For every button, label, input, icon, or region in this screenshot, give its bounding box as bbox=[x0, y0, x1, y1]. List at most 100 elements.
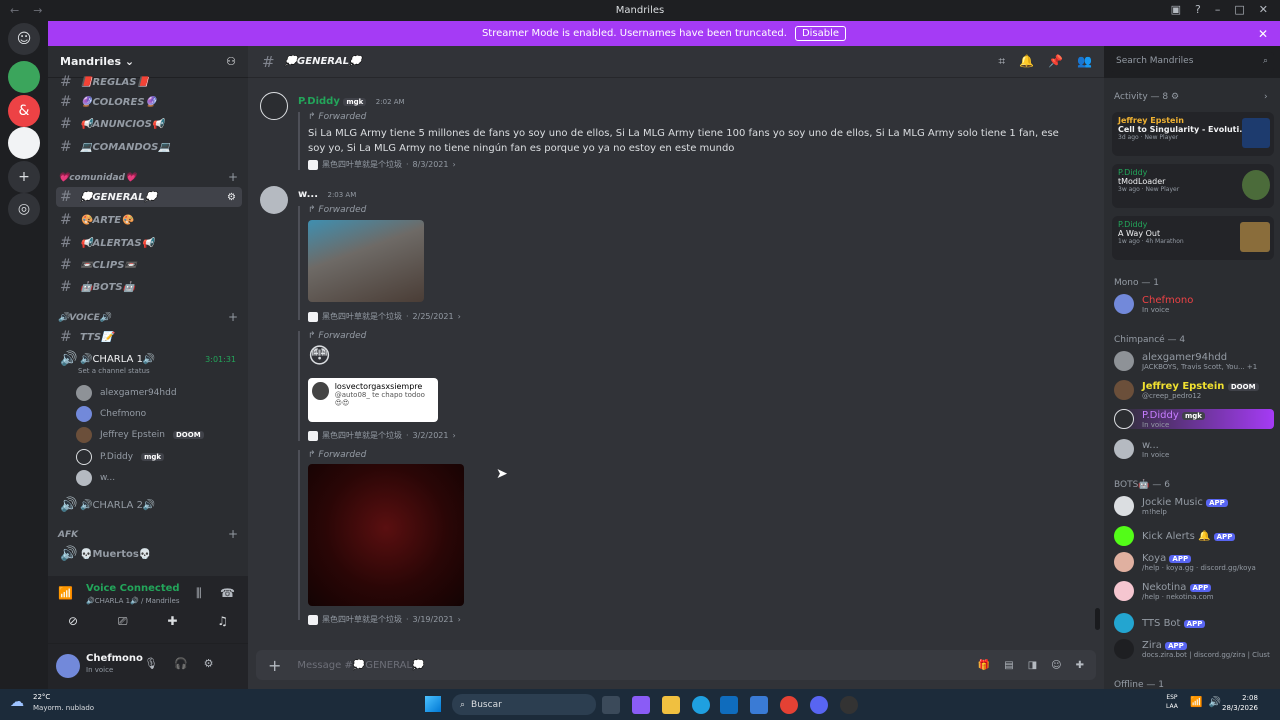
activity-header[interactable]: Activity — 8 ⚙ › bbox=[1114, 92, 1268, 102]
sticker-icon[interactable]: ◨ bbox=[1028, 660, 1037, 671]
channel-arte[interactable]: # 🎨ARTE🎨 bbox=[56, 210, 242, 230]
close-icon[interactable]: ✕ bbox=[1258, 27, 1268, 41]
wifi-icon[interactable]: 📶 bbox=[1190, 697, 1202, 708]
forward-source[interactable]: 黑色四叶草就是个垃圾 · 3/19/2021 › bbox=[308, 614, 461, 625]
voice-channel-muertos[interactable]: 🔊 💀Muertos💀 bbox=[56, 544, 242, 564]
embed-card[interactable]: losvectorgasxsiempre @auto08_ te chapo t… bbox=[308, 378, 438, 422]
add-channel-icon[interactable]: + bbox=[228, 310, 238, 324]
direct-messages-icon[interactable]: ☺ bbox=[8, 23, 40, 55]
members-icon[interactable]: 👥 bbox=[1077, 54, 1092, 69]
member-item[interactable]: w... In voice bbox=[1114, 439, 1274, 459]
add-channel-icon[interactable]: + bbox=[228, 527, 238, 541]
voice-location[interactable]: 🔊CHARLA 1🔊 / Mandriles bbox=[86, 597, 180, 605]
maximize-icon[interactable]: □ bbox=[1234, 3, 1244, 16]
category-comunidad[interactable]: 💗comunidad💗 bbox=[58, 173, 136, 183]
headphones-icon[interactable]: 🎧 bbox=[174, 657, 188, 670]
channel-clips[interactable]: # 📼CLIPS📼 bbox=[56, 255, 242, 275]
channel-alertas[interactable]: # 📢ALERTAS📢 bbox=[56, 233, 242, 253]
add-member-icon[interactable]: ⚇ bbox=[226, 55, 236, 68]
voice-member[interactable]: P.Diddy mgk bbox=[76, 449, 165, 465]
channel-general[interactable]: # 💭GENERAL💭 ⚙ bbox=[56, 187, 242, 207]
app-icon[interactable] bbox=[750, 696, 768, 714]
discover-icon[interactable]: ◎ bbox=[8, 193, 40, 225]
server-icon[interactable] bbox=[8, 127, 40, 159]
weather-icon[interactable]: ☁ bbox=[10, 694, 24, 710]
screen-share-icon[interactable]: ⎚ bbox=[118, 614, 128, 629]
activity-card[interactable]: P.Diddy tModLoader 3w ago · New Player bbox=[1112, 164, 1274, 208]
server-mandriles-icon[interactable] bbox=[8, 61, 40, 93]
forwarded-image[interactable] bbox=[308, 464, 464, 606]
file-explorer-icon[interactable] bbox=[662, 696, 680, 714]
add-channel-icon[interactable]: + bbox=[228, 170, 238, 184]
clock[interactable]: 2:08 28/3/2026 bbox=[1222, 693, 1258, 713]
member-item[interactable]: Kick Alerts 🔔 APP bbox=[1114, 526, 1274, 546]
help-icon[interactable]: ? bbox=[1195, 3, 1201, 16]
scrollbar[interactable] bbox=[1095, 608, 1100, 630]
channel-reglas[interactable]: # 📕REGLAS📕 bbox=[56, 72, 242, 92]
disconnect-icon[interactable]: ☎ bbox=[220, 586, 235, 600]
disable-button[interactable]: Disable bbox=[794, 26, 847, 41]
soundboard-icon[interactable]: ♫ bbox=[217, 614, 228, 629]
member-item[interactable]: Koya APP/help · koya.gg · discord.gg/koy… bbox=[1114, 552, 1274, 572]
avatar[interactable] bbox=[56, 654, 80, 678]
bell-icon[interactable]: 🔔 bbox=[1019, 54, 1034, 69]
server-dnd-icon[interactable]: & bbox=[8, 95, 40, 127]
voice-channel-charla2[interactable]: 🔊 🔊CHARLA 2🔊 bbox=[56, 495, 242, 515]
message-author[interactable]: P.Diddy mgk 2:02 AM bbox=[298, 96, 405, 107]
edge-icon[interactable] bbox=[692, 696, 710, 714]
message-input[interactable]: + Message #💭GENERAL💭 🎁 ▤ ◨ ☺ ✚ bbox=[256, 650, 1096, 680]
activity-icon[interactable]: ✚ bbox=[167, 614, 177, 629]
message-author[interactable]: w... 2:03 AM bbox=[298, 189, 356, 200]
add-server-icon[interactable]: + bbox=[8, 161, 40, 193]
weather-temp[interactable]: 22°C bbox=[33, 693, 50, 701]
forward-source[interactable]: 黑色四叶草就是个垃圾 · 3/2/2021 › bbox=[308, 430, 456, 441]
member-item[interactable]: Jeffrey Epstein DOOM @creep_pedro12 bbox=[1114, 380, 1274, 400]
noise-suppression-icon[interactable]: ⫼ bbox=[196, 586, 202, 601]
chevron-right-icon[interactable]: › bbox=[1264, 92, 1268, 102]
voice-member[interactable]: Chefmono bbox=[76, 406, 146, 422]
gift-icon[interactable]: 🎁 bbox=[978, 660, 990, 671]
weather-text[interactable]: Mayorm. nublado bbox=[33, 704, 94, 712]
member-item[interactable]: Chefmono In voice bbox=[1114, 294, 1274, 314]
chrome-icon[interactable] bbox=[780, 696, 798, 714]
volume-icon[interactable]: 🔊 bbox=[1208, 697, 1220, 708]
member-item[interactable]: alexgamer94hdd JACKBOYS, Travis Scott, Yo… bbox=[1114, 351, 1274, 371]
task-view-icon[interactable] bbox=[602, 696, 620, 714]
settings-icon[interactable]: ⚙ bbox=[227, 192, 236, 203]
search-input[interactable]: Search Mandriles ⌕ bbox=[1110, 52, 1274, 72]
voice-connected-label[interactable]: Voice Connected bbox=[86, 583, 180, 594]
discord-icon[interactable] bbox=[810, 696, 828, 714]
category-voice[interactable]: 🔊VOICE🔊 bbox=[58, 313, 111, 323]
member-item[interactable]: TTS Bot APP bbox=[1114, 613, 1274, 633]
app-icon[interactable] bbox=[840, 696, 858, 714]
gif-icon[interactable]: ▤ bbox=[1004, 660, 1013, 671]
forwarded-image[interactable] bbox=[308, 220, 424, 302]
channel-tts[interactable]: # TTS📝 bbox=[56, 327, 242, 347]
member-item[interactable]: P.Diddy mgk In voice bbox=[1114, 409, 1274, 429]
voice-member[interactable]: Jeffrey Epstein DOOM bbox=[76, 427, 204, 443]
forward-source[interactable]: 黑色四叶草就是个垃圾 · 8/3/2021 › bbox=[308, 159, 456, 170]
activity-card[interactable]: P.Diddy A Way Out 1w ago · 4h Marathon bbox=[1112, 216, 1274, 260]
voice-member[interactable]: alexgamer94hdd bbox=[76, 385, 177, 401]
threads-icon[interactable]: ⌗ bbox=[998, 54, 1005, 69]
forward-source[interactable]: 黑色四叶草就是个垃圾 · 2/25/2021 › bbox=[308, 311, 461, 322]
add-attachment-icon[interactable]: + bbox=[268, 656, 281, 675]
camera-off-icon[interactable]: ⊘ bbox=[68, 614, 78, 629]
windows-start-icon[interactable] bbox=[425, 696, 441, 712]
category-afk[interactable]: AFK bbox=[58, 530, 78, 540]
member-item[interactable]: Nekotina APP/help · nekotina.com bbox=[1114, 581, 1274, 601]
copilot-icon[interactable] bbox=[632, 696, 650, 714]
pin-icon[interactable]: 📌 bbox=[1048, 54, 1063, 69]
user-settings-icon[interactable]: ⚙ bbox=[204, 657, 214, 670]
voice-channel-charla1[interactable]: 🔊 🔊CHARLA 1🔊 3:01:31 bbox=[56, 349, 242, 369]
inbox-icon[interactable]: ▣ bbox=[1171, 3, 1181, 16]
channel-bots[interactable]: # 🤖BOTS🤖 bbox=[56, 277, 242, 297]
channel-comandos[interactable]: # 💻COMANDOS💻 bbox=[56, 137, 242, 157]
language-indicator[interactable]: ESP LAA bbox=[1166, 693, 1178, 711]
member-item[interactable]: Zira APP docs.zira.bot | discord.gg/zira … bbox=[1114, 639, 1274, 659]
apps-icon[interactable]: ✚ bbox=[1076, 660, 1084, 671]
close-window-icon[interactable]: ✕ bbox=[1259, 3, 1268, 16]
emoji-icon[interactable]: ☺ bbox=[1051, 660, 1061, 671]
taskbar-search[interactable]: ⌕ Buscar bbox=[452, 694, 596, 715]
channel-colores[interactable]: # 🔮COLORES🔮 bbox=[56, 92, 242, 112]
